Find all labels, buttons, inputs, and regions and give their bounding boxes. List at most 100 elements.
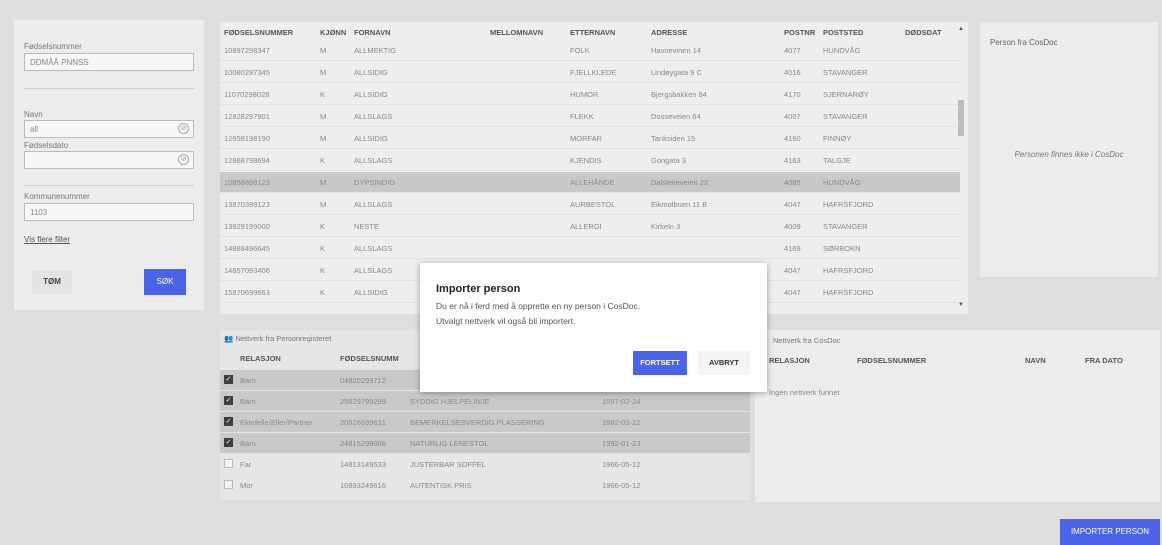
column-header[interactable]: NAVN <box>1025 356 1046 365</box>
clear-field-icon[interactable]: ⊘ <box>178 154 189 165</box>
table-row[interactable]: ✓ Ektefelle/Eller/Partner 20826699631 BEMER… <box>220 412 750 432</box>
table-row[interactable]: 13829199000 K NESTE ALLERGI Kirkeln 3 4009 STA… <box>220 216 960 237</box>
clear-field-icon[interactable]: ⊘ <box>178 123 189 134</box>
column-header[interactable]: DØDSDAT <box>905 28 955 37</box>
column-header[interactable]: ADRESSE <box>651 28 687 37</box>
last-name-cell: ALLERGI <box>570 222 602 231</box>
postcode-cell: 4047 <box>784 266 801 275</box>
ssn-cell: 15870699663 <box>224 288 270 297</box>
cosdoc-network-title: Nettverk fra CosDoc <box>773 336 841 345</box>
relation-cell: Far <box>240 460 252 469</box>
table-row[interactable]: ✓ Barn 24815299006 NATURLIG LENESTOL 1992-01… <box>220 433 750 453</box>
first-name-cell: ALLMEKTIG <box>354 46 397 55</box>
ssn-cell: 13829199000 <box>224 222 270 231</box>
column-header[interactable]: MELLOMNAVN <box>490 28 543 37</box>
city-cell: FINNØY <box>823 134 852 143</box>
dialog-message: Du er nå i ferd med å opprette en ny per… <box>436 301 641 311</box>
column-header[interactable]: POSTNR <box>784 28 815 37</box>
scrollbar-thumb[interactable] <box>958 100 964 136</box>
row-checkbox[interactable] <box>224 459 233 468</box>
first-name-cell: DYPSINDIG <box>354 178 396 187</box>
ssn-cell: 14888496645 <box>224 244 270 253</box>
relation-cell: Barn <box>240 376 256 385</box>
row-checkbox[interactable]: ✓ <box>224 417 233 426</box>
table-row[interactable]: Mor 10893249616 AUTENTISK PRIS 1966-05-12 <box>220 475 750 495</box>
search-button[interactable]: SØK <box>144 269 186 295</box>
first-name-cell: NESTE <box>354 222 380 231</box>
address-cell: Eikmolbuen 11 B <box>651 200 708 209</box>
import-person-button[interactable]: IMPORTER PERSON <box>1060 519 1160 545</box>
table-row[interactable]: 10897298347 M ALLMEKTIG FOLK Havnevinen 14 40… <box>220 40 960 61</box>
relation-cell: Barn <box>240 439 256 448</box>
table-row[interactable]: ✓ Barn 25829799299 SYDDIG HJELPELINJE 1997-0… <box>220 391 750 411</box>
last-name-cell: FOLK <box>570 46 590 55</box>
column-header[interactable]: POSTSTED <box>823 28 863 37</box>
last-name-cell: KJENDIS <box>570 156 602 165</box>
scroll-down-icon[interactable]: ▼ <box>958 302 964 308</box>
name-cell: AUTENTISK PRIS <box>410 481 472 490</box>
column-header[interactable]: RELASJON <box>240 354 281 363</box>
ssn-cell: 25829799299 <box>340 397 386 406</box>
table-row[interactable]: 10080297345 M ALLSIDIG FJELLKLEDE Lindøygata… <box>220 62 960 83</box>
city-cell: HUNDVÅG <box>823 178 861 187</box>
name-label: Navn <box>24 110 43 119</box>
gender-cell: M <box>320 134 327 143</box>
ssn-cell: 13870399123 <box>224 200 270 209</box>
column-header[interactable]: RELASJON <box>769 356 810 365</box>
column-header[interactable]: KJØNN <box>320 28 346 37</box>
name-input[interactable]: all ⊘ <box>24 120 194 138</box>
table-row[interactable]: 14888496645 K ALLSLAGS 4169 SØRBOKN <box>220 238 960 259</box>
gender-cell: M <box>320 68 327 77</box>
row-checkbox[interactable]: ✓ <box>224 438 233 447</box>
city-cell: HUNDVÅG <box>823 46 861 55</box>
gender-cell: K <box>320 244 326 253</box>
ssn-input[interactable]: DDMÅÅ PNNSS <box>24 53 194 71</box>
table-row[interactable]: 13870399123 M ALLSLAGS AURBESTOL Eikmolbuen … <box>220 194 960 215</box>
ssn-cell: 10080297345 <box>224 68 270 77</box>
address-cell: Dalsleiteveien 22 <box>651 178 709 187</box>
gender-cell: M <box>320 178 327 187</box>
date-cell: 1966-05-12 <box>602 481 641 490</box>
show-more-filters-link[interactable]: Vis flere filter <box>24 235 70 244</box>
table-row[interactable]: 10858899123 M DYPSINDIG ALLEHÅNDE Dalsleitev… <box>220 172 960 193</box>
city-cell: SJERNARØY <box>823 90 869 99</box>
dialog-title: Importer person <box>436 283 521 295</box>
ssn-cell: 24815299006 <box>340 439 386 448</box>
row-checkbox[interactable]: ✓ <box>224 375 233 384</box>
row-checkbox[interactable]: ✓ <box>224 396 233 405</box>
dob-input[interactable]: ⊘ <box>24 151 194 169</box>
table-row[interactable]: 11070298028 K ALLSIDIG HUMOR Bjergsbakken 84… <box>220 84 960 105</box>
column-header[interactable]: FØDSELSNUMM <box>340 354 399 363</box>
people-icon: 👥 <box>224 334 234 343</box>
table-row[interactable]: 12828297901 M ALLSLAGS FLEKK Dosseveien 64 40… <box>220 106 960 127</box>
name-cell: SYDDIG HJELPELINJE <box>410 397 490 406</box>
ssn-cell: 20826699631 <box>340 418 386 427</box>
gender-cell: K <box>320 288 326 297</box>
column-header[interactable]: FØDSELSNUMMER <box>224 28 293 37</box>
postcode-cell: 4047 <box>784 200 801 209</box>
table-header: FØDSELSNUMMER KJØNN FORNAVN MELLOMNAVN E… <box>220 22 968 40</box>
name-value: all <box>30 125 39 134</box>
date-cell: 1992-01-23 <box>602 439 641 448</box>
row-checkbox[interactable] <box>224 480 233 489</box>
search-panel: Fødselsnummer DDMÅÅ PNNSS Navn all ⊘ Fød… <box>14 20 204 310</box>
table-row[interactable]: Far 14813149533 JUSTERBAR SOFFEL 1966-05-12 <box>220 454 750 474</box>
scroll-up-icon[interactable]: ▲ <box>958 26 964 32</box>
municipality-input[interactable]: 1103 <box>24 203 194 221</box>
city-cell: TALGJE <box>823 156 851 165</box>
first-name-cell: ALLSLAGS <box>354 112 393 121</box>
column-header[interactable]: FORNAVN <box>354 28 391 37</box>
clear-button[interactable]: TØM <box>32 270 72 294</box>
first-name-cell: ALLSLAGS <box>354 244 393 253</box>
first-name-cell: ALLSIDIG <box>354 90 388 99</box>
gender-cell: M <box>320 200 327 209</box>
column-header[interactable]: FØDSELSNUMMER <box>857 356 926 365</box>
column-header[interactable]: FRA DATO <box>1085 356 1123 365</box>
column-header[interactable]: ETTERNAVN <box>570 28 615 37</box>
city-cell: STAVANGER <box>823 112 868 121</box>
table-row[interactable]: 12868798694 K ALLSLAGS KJENDIS Gongata 3 4163… <box>220 150 960 171</box>
cancel-button[interactable]: AVBRYT <box>698 351 750 375</box>
gender-cell: M <box>320 112 327 121</box>
table-row[interactable]: 12658198190 M ALLSIDIG MORFAR Tanksiden 15 41… <box>220 128 960 149</box>
continue-button[interactable]: FORTSETT <box>633 351 687 375</box>
